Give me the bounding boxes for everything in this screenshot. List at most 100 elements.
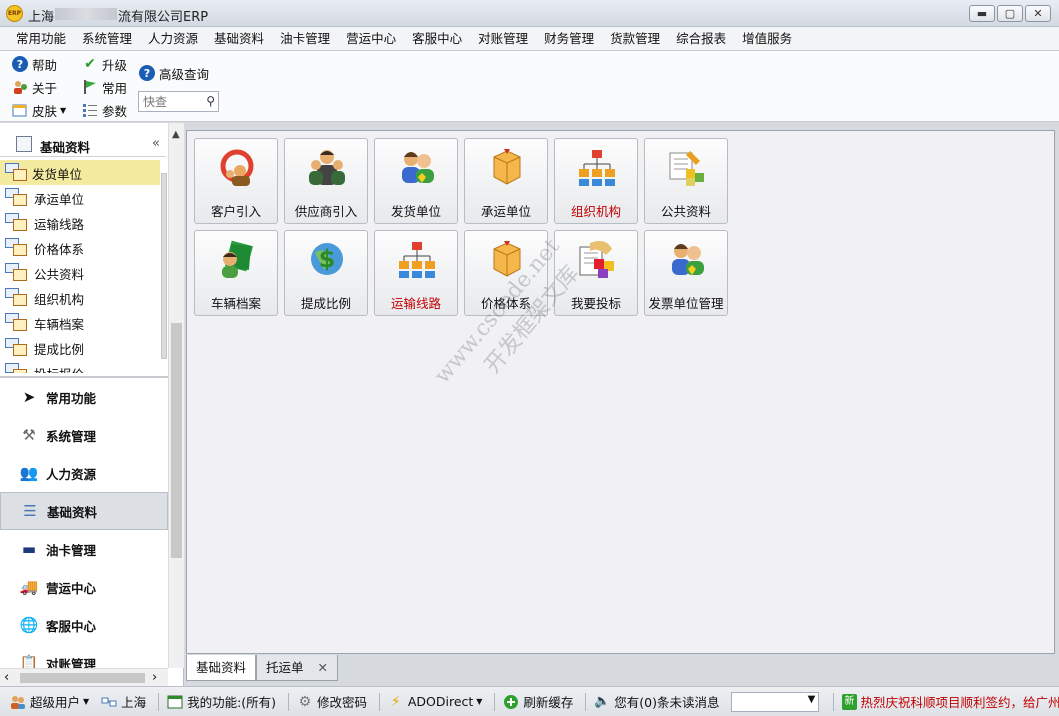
tree-scrollbar[interactable] xyxy=(160,167,168,365)
maximize-button[interactable]: ▢ xyxy=(997,5,1023,22)
menu-item[interactable]: 综合报表 xyxy=(668,27,734,50)
menu-item[interactable]: 油卡管理 xyxy=(272,27,338,50)
tree-item[interactable]: 车辆档案 xyxy=(0,310,160,335)
tile-button[interactable]: 公共资料 xyxy=(644,138,728,224)
route-icon xyxy=(399,242,435,278)
nav-item[interactable]: ▬ 油卡管理 xyxy=(0,530,168,568)
tile-button[interactable]: 价格体系 xyxy=(464,230,548,316)
params-button[interactable]: 参数 xyxy=(82,100,127,120)
nav-item[interactable]: 👥 人力资源 xyxy=(0,454,168,492)
tile-button[interactable]: 承运单位 xyxy=(464,138,548,224)
tile-button[interactable]: 发货单位 xyxy=(374,138,458,224)
menu-item[interactable]: 营运中心 xyxy=(338,27,404,50)
menu-item[interactable]: 基础资料 xyxy=(206,27,272,50)
tree-item[interactable]: 运输线路 xyxy=(0,210,160,235)
tile-button[interactable]: 供应商引入 xyxy=(284,138,368,224)
tile-button[interactable]: 组织机构 xyxy=(554,138,638,224)
menu-item[interactable]: 财务管理 xyxy=(536,27,602,50)
tile-button[interactable]: 运输线路 xyxy=(374,230,458,316)
nav-section: ➤ 常用功能 ⚒ 系统管理 👥 人力资源 ☰ 基础资料 ▬ 油卡管理 🚚 营运中心 🌐 客服中心 📋 对账管理 xyxy=(0,376,168,668)
hscroll-thumb[interactable] xyxy=(20,673,145,683)
user-status[interactable]: 超级用户 ▼ xyxy=(10,692,89,711)
tile-button[interactable]: 客户引入 xyxy=(194,138,278,224)
skin-dropdown[interactable]: 皮肤 ▼ xyxy=(12,100,66,120)
nav-item[interactable]: 🚚 营运中心 xyxy=(0,568,168,606)
form-icon xyxy=(5,238,27,257)
form-icon xyxy=(5,263,27,282)
menu-item[interactable]: 客服中心 xyxy=(404,27,470,50)
form-icon xyxy=(5,163,27,182)
help-icon: ? xyxy=(12,56,28,72)
tab[interactable]: 基础资料 xyxy=(186,655,257,681)
menu-item[interactable]: 系统管理 xyxy=(74,27,140,50)
tree-item[interactable]: 组织机构 xyxy=(0,285,160,310)
minimize-button[interactable]: ▬ xyxy=(969,5,995,22)
collapse-icon[interactable]: « xyxy=(152,136,160,151)
advanced-query-button[interactable]: ? 高级查询 xyxy=(139,63,209,83)
clipboard-icon: 📋 xyxy=(19,654,39,668)
help-button[interactable]: ? 帮助 xyxy=(12,54,57,74)
menu-item[interactable]: 货款管理 xyxy=(602,27,668,50)
nav-item[interactable]: 🌐 客服中心 xyxy=(0,606,168,644)
quick-search-input[interactable] xyxy=(139,92,199,111)
public-data-icon xyxy=(669,151,704,186)
tile-button[interactable]: 发票单位管理 xyxy=(644,230,728,316)
upgrade-button[interactable]: ✔ 升级 xyxy=(82,54,127,74)
common-button[interactable]: 常用 xyxy=(82,77,127,97)
form-icon xyxy=(5,213,27,232)
tile-button[interactable]: 车辆档案 xyxy=(194,230,278,316)
tile-button[interactable]: 我要投标 xyxy=(554,230,638,316)
form-icon xyxy=(5,338,27,357)
close-icon[interactable]: ✕ xyxy=(318,660,328,675)
sidebar-horizontal-scrollbar[interactable]: ‹ › xyxy=(0,668,168,686)
form-icon xyxy=(5,363,27,373)
tree-item[interactable]: 发货单位 xyxy=(0,160,160,185)
nav-item[interactable]: ➤ 常用功能 xyxy=(0,378,168,416)
scroll-thumb[interactable] xyxy=(171,323,182,558)
title-redaction xyxy=(55,8,117,20)
search-icon[interactable]: ⚲ xyxy=(206,94,215,108)
org-chart-icon xyxy=(579,150,615,186)
people-icon: 👥 xyxy=(19,464,39,482)
tab[interactable]: 托运单 ✕ xyxy=(256,655,339,681)
scroll-left-icon[interactable]: ‹ xyxy=(4,670,9,685)
tree-item[interactable]: 公共资料 xyxy=(0,260,160,285)
price-box-icon xyxy=(493,241,521,277)
tree-item[interactable]: 价格体系 xyxy=(0,235,160,260)
form-icon xyxy=(5,313,27,332)
invoice-unit-icon xyxy=(672,244,704,275)
messages-status[interactable]: 🔈 您有(0)条未读消息 xyxy=(594,692,719,711)
about-button[interactable]: 关于 xyxy=(12,77,57,97)
my-functions-status[interactable]: 我的功能:(所有) xyxy=(167,692,276,711)
tree-item[interactable]: 承运单位 xyxy=(0,185,160,210)
menu-item[interactable]: 人力资源 xyxy=(140,27,206,50)
customer-import-icon xyxy=(220,149,254,186)
nav-item[interactable]: 📋 对账管理 xyxy=(0,644,168,668)
refresh-cache-button[interactable]: 刷新缓存 xyxy=(503,692,573,711)
news-ticker[interactable]: 热烈庆祝科顺项目顺利签约，给广州事业部 xyxy=(861,692,1059,711)
commission-icon: $ xyxy=(311,243,343,275)
news-icon: 新 xyxy=(842,693,857,710)
tree-item[interactable]: 投标报价 xyxy=(0,360,160,373)
tile-button[interactable]: $ 提成比例 xyxy=(284,230,368,316)
tree-item[interactable]: 提成比例 xyxy=(0,335,160,360)
location-status[interactable]: 上海 xyxy=(101,692,146,711)
status-bar: 超级用户 ▼ 上海 我的功能:(所有) ⚙ 修改密码 ⚡ ADODirect ▼ 刷… xyxy=(0,686,1059,716)
change-password-button[interactable]: ⚙ 修改密码 xyxy=(297,692,367,711)
sidebar-vertical-scrollbar[interactable]: ▲ xyxy=(168,123,184,668)
close-button[interactable]: ✕ xyxy=(1025,5,1051,22)
sidebar-header: 基础资料 « xyxy=(0,133,166,157)
nav-item[interactable]: ☰ 基础资料 xyxy=(0,492,168,530)
scroll-right-icon[interactable]: › xyxy=(152,670,157,685)
menu-item[interactable]: 常用功能 xyxy=(8,27,74,50)
sidebar: 基础资料 « 发货单位承运单位运输线路价格体系公共资料组织机构车辆档案提成比例投… xyxy=(0,123,184,686)
nav-item[interactable]: ⚒ 系统管理 xyxy=(0,416,168,454)
scroll-up-icon[interactable]: ▲ xyxy=(172,129,180,140)
message-select[interactable]: ▼ xyxy=(731,691,820,712)
gear-icon: ⚙ xyxy=(298,693,312,710)
menu-item[interactable]: 对账管理 xyxy=(470,27,536,50)
app-icon: ERP xyxy=(6,5,23,22)
menu-item[interactable]: 增值服务 xyxy=(734,27,800,50)
ado-direct-dropdown[interactable]: ⚡ ADODirect ▼ xyxy=(388,694,483,710)
quick-search: ⚲ xyxy=(138,91,219,112)
